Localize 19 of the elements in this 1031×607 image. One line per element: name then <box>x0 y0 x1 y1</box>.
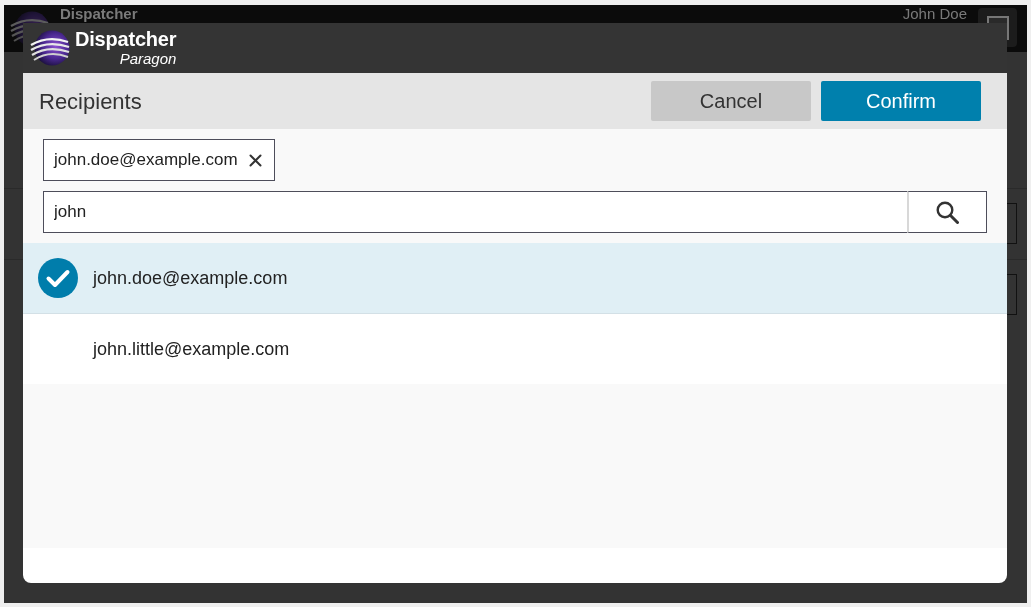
dialog-title: Recipients <box>39 87 143 116</box>
cancel-button[interactable]: Cancel <box>651 81 811 121</box>
app-title: Dispatcher <box>60 6 138 22</box>
close-icon <box>248 153 262 167</box>
chip-label: john.doe@example.com <box>54 149 238 172</box>
logo-icon <box>30 28 70 68</box>
confirm-button[interactable]: Confirm <box>821 81 981 121</box>
recipient-row[interactable]: john.little@example.com <box>23 314 1007 384</box>
remove-button[interactable] <box>248 153 262 167</box>
check-icon <box>38 258 78 298</box>
email-text: john.little@example.com <box>93 337 290 361</box>
product-name: Paragon <box>119 50 177 68</box>
search-icon <box>936 200 959 224</box>
search-button[interactable] <box>907 191 987 233</box>
user-name: John Doe <box>902 6 967 22</box>
search-field[interactable]: john <box>43 191 907 233</box>
email-text: john.doe@example.com <box>93 266 288 290</box>
brand-name: Dispatcher <box>75 29 177 50</box>
recipient-row[interactable]: john.doe@example.com <box>23 243 1007 314</box>
